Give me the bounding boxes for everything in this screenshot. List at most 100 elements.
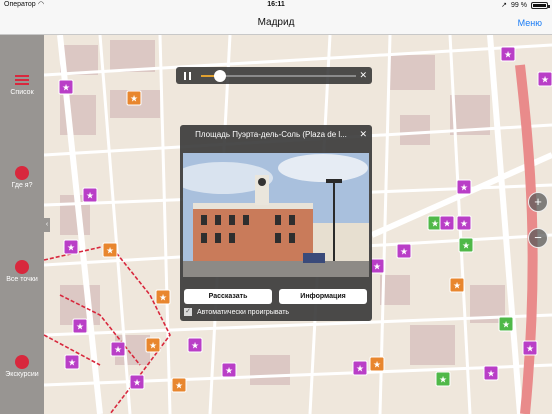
audio-progress-knob[interactable] — [213, 70, 226, 82]
star-icon: ★ — [159, 294, 167, 304]
star-icon: ★ — [462, 242, 470, 252]
all-points-button[interactable]: Все точки — [0, 260, 44, 283]
sidebar-item-label: Где я? — [11, 182, 33, 189]
poi-marker[interactable]: ★ — [369, 356, 385, 372]
poi-marker[interactable]: ★ — [537, 71, 552, 87]
autoplay-label: Автоматически проигрывать — [197, 308, 290, 316]
star-icon: ★ — [504, 51, 512, 61]
autoplay-checkbox[interactable]: ✓ — [184, 308, 192, 316]
poi-photo — [183, 153, 369, 277]
battery-fill — [533, 3, 546, 7]
poi-marker[interactable]: ★ — [64, 354, 80, 370]
status-right: ↗ 99 % — [501, 1, 550, 9]
star-icon: ★ — [106, 247, 114, 257]
pause-icon[interactable] — [184, 72, 191, 80]
sidebar-item-label: Экскурсии — [5, 371, 39, 378]
star-icon: ★ — [62, 84, 70, 94]
poi-marker[interactable]: ★ — [221, 362, 237, 378]
poi-popup: Площадь Пуэрта-дель-Соль (Plaza de l... … — [180, 125, 372, 321]
star-icon: ★ — [460, 184, 468, 194]
autoplay-toggle[interactable]: ✓ Автоматически проигрывать — [184, 308, 289, 316]
poi-marker[interactable]: ★ — [522, 340, 538, 356]
star-icon: ★ — [175, 382, 183, 392]
poi-marker[interactable]: ★ — [58, 79, 74, 95]
tours-icon — [15, 355, 29, 369]
poi-marker[interactable]: ★ — [439, 215, 455, 231]
poi-marker[interactable]: ★ — [82, 187, 98, 203]
star-icon: ★ — [487, 370, 495, 380]
star-icon: ★ — [443, 220, 451, 230]
orientation-lock-icon: ↗ — [501, 2, 508, 9]
menu-button[interactable]: Меню — [518, 18, 542, 28]
star-icon: ★ — [356, 365, 364, 375]
clock: 16:11 — [267, 1, 285, 8]
star-icon: ★ — [373, 263, 381, 273]
star-icon: ★ — [526, 345, 534, 355]
poi-marker[interactable]: ★ — [145, 337, 161, 353]
player-close-icon[interactable]: ✕ — [359, 70, 367, 81]
side-panel: Список Где я? Все точки Экскурсии — [0, 35, 44, 414]
location-icon — [15, 166, 29, 180]
star-icon: ★ — [453, 282, 461, 292]
poi-marker[interactable]: ★ — [102, 242, 118, 258]
poi-marker[interactable]: ★ — [458, 237, 474, 253]
poi-marker[interactable]: ★ — [498, 316, 514, 332]
star-icon: ★ — [502, 321, 510, 331]
tours-button[interactable]: Экскурсии — [0, 355, 44, 378]
poi-marker[interactable]: ★ — [187, 337, 203, 353]
star-icon: ★ — [439, 376, 447, 386]
poi-title: Площадь Пуэрта-дель-Соль (Plaza de l... — [195, 130, 347, 139]
page-title: Мадрид — [257, 17, 295, 28]
navigation-bar: Мадрид Меню — [0, 11, 552, 35]
poi-marker[interactable]: ★ — [435, 371, 451, 387]
star-icon: ★ — [86, 192, 94, 202]
poi-marker[interactable]: ★ — [171, 377, 187, 393]
poi-marker[interactable]: ★ — [456, 215, 472, 231]
star-icon: ★ — [191, 342, 199, 352]
poi-marker[interactable]: ★ — [155, 289, 171, 305]
poi-marker[interactable]: ★ — [483, 365, 499, 381]
poi-marker[interactable]: ★ — [110, 341, 126, 357]
poi-marker[interactable]: ★ — [72, 318, 88, 334]
info-button[interactable]: Информация — [279, 289, 367, 304]
star-icon: ★ — [225, 367, 233, 377]
sidebar-item-label: Все точки — [6, 276, 38, 283]
panel-collapse-handle[interactable]: ‹ — [44, 218, 50, 232]
app-root: Оператор ◠ 16:11 ↗ 99 % Мадрид Меню ★ ★ … — [0, 0, 552, 414]
poi-marker[interactable]: ★ — [63, 239, 79, 255]
star-icon: ★ — [460, 220, 468, 230]
star-icon: ★ — [149, 342, 157, 352]
star-icon: ★ — [373, 361, 381, 371]
poi-marker[interactable]: ★ — [500, 46, 516, 62]
star-icon: ★ — [541, 76, 549, 86]
poi-marker[interactable]: ★ — [126, 90, 142, 106]
where-am-i-button[interactable]: Где я? — [0, 166, 44, 189]
poi-marker[interactable]: ★ — [369, 258, 385, 274]
star-icon: ★ — [67, 244, 75, 254]
all-points-icon — [15, 260, 29, 274]
star-icon: ★ — [130, 95, 138, 105]
list-button[interactable]: Список — [0, 73, 44, 96]
poi-marker[interactable]: ★ — [129, 374, 145, 390]
audio-progress-track[interactable] — [201, 70, 356, 82]
poi-marker[interactable]: ★ — [396, 243, 412, 259]
sidebar-item-label: Список — [10, 89, 34, 96]
poi-photo-drawing — [183, 153, 369, 277]
star-icon: ★ — [114, 346, 122, 356]
poi-marker[interactable]: ★ — [456, 179, 472, 195]
zoom-in-button[interactable]: + — [528, 192, 548, 212]
list-icon — [15, 73, 29, 87]
star-icon: ★ — [431, 220, 439, 230]
zoom-out-button[interactable]: − — [528, 228, 548, 248]
poi-marker[interactable]: ★ — [449, 277, 465, 293]
star-icon: ★ — [76, 323, 84, 333]
audio-player: ✕ — [176, 67, 372, 84]
star-icon: ★ — [133, 379, 141, 389]
battery-percent: 99 % — [511, 1, 527, 9]
poi-marker[interactable]: ★ — [352, 360, 368, 376]
status-bar: Оператор ◠ 16:11 ↗ 99 % — [0, 0, 552, 11]
tell-button[interactable]: Рассказать — [184, 289, 272, 304]
battery-icon — [531, 1, 550, 9]
star-icon: ★ — [400, 248, 408, 258]
popup-close-icon[interactable]: ✕ — [359, 129, 367, 140]
